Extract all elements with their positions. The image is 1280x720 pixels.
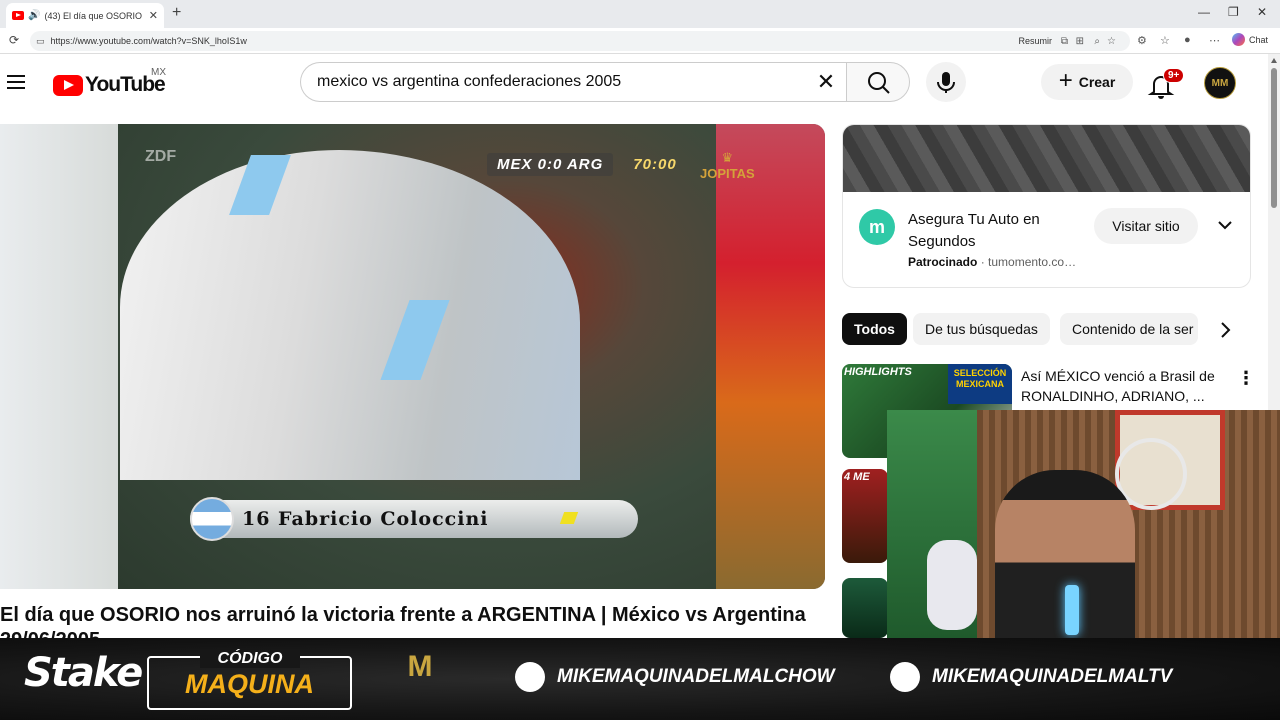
filter-chips: Todos De tus búsquedas Contenido de la s…	[842, 313, 1242, 345]
close-tab-icon[interactable]: ✕	[149, 9, 158, 22]
ad-logo[interactable]: m	[859, 209, 895, 245]
video-title: El día que OSORIO nos arruinó la victori…	[0, 604, 806, 626]
microphone-icon	[937, 72, 955, 93]
ad-title[interactable]: Asegura Tu Auto en Segundos	[908, 209, 1088, 253]
restore-icon[interactable]: ❐	[1228, 5, 1239, 19]
favorites-icon[interactable]: ☆	[1160, 34, 1170, 47]
youtube-play-icon	[53, 74, 83, 96]
tab-title: (43) El día que OSORIO nos ar	[44, 10, 144, 21]
score-text: MEX 0:0 ARG	[487, 152, 614, 176]
promo-code-label: CÓDIGO	[200, 650, 300, 668]
stake-logo: Stake	[24, 650, 143, 696]
clear-search-icon[interactable]: ✕	[806, 69, 846, 95]
argentina-flag-icon	[190, 497, 234, 541]
scroll-up-icon[interactable]	[1271, 58, 1277, 63]
browser-tab[interactable]: 🔊 (43) El día que OSORIO nos ar ✕	[6, 3, 164, 28]
visit-site-button[interactable]: Visitar sitio	[1094, 208, 1198, 244]
recommended-video-title[interactable]: Así MÉXICO venció a Brasil de RONALDINHO…	[1021, 366, 1221, 406]
instagram-icon	[515, 662, 545, 692]
crown-icon: ♛	[721, 150, 734, 165]
url-text: https://www.youtube.com/watch?v=SNK_lhoI…	[50, 36, 247, 46]
video-frame-right	[716, 124, 825, 589]
search-query-text: mexico vs argentina confederaciones 2005	[317, 73, 622, 90]
instagram-text: MIKEMAQUINADELMALCHOW	[557, 666, 835, 687]
thumbnail-tag: 4 ME	[844, 471, 870, 483]
extensions-icon[interactable]: ⚙	[1137, 34, 1147, 47]
promo-code-value: MAQUINA	[185, 669, 314, 699]
zoom-icon[interactable]: ⌕	[1094, 36, 1100, 47]
create-button[interactable]: + Crear	[1041, 64, 1133, 100]
player-nameplate: 16 Fabricio Coloccini	[190, 500, 638, 538]
nameplate-accent	[559, 512, 579, 524]
sponsored-ad-card[interactable]: m Asegura Tu Auto en Segundos Patrocinad…	[842, 124, 1251, 288]
favorite-star-icon[interactable]: ☆	[1107, 36, 1116, 47]
minimize-icon[interactable]: —	[1198, 5, 1210, 19]
chip-todos[interactable]: Todos	[842, 313, 907, 345]
thumbnail-tag: HIGHLIGHTS	[844, 366, 912, 378]
thumbnail-badge: SELECCIÓN MEXICANA	[948, 364, 1012, 404]
microphone	[1065, 585, 1079, 635]
plus-icon: +	[1058, 66, 1073, 94]
youtube-favicon-icon	[12, 11, 24, 20]
copilot-icon	[1232, 33, 1245, 46]
site-info-icon[interactable]: ▭	[36, 36, 45, 47]
video-thumbnail[interactable]	[842, 578, 888, 638]
tiktok-icon	[890, 662, 920, 692]
ad-banner-image[interactable]	[843, 125, 1250, 192]
url-field[interactable]: ▭ https://www.youtube.com/watch?v=SNK_lh…	[30, 31, 1130, 51]
reload-icon[interactable]: ⟳	[9, 33, 19, 47]
scrollbar-thumb[interactable]	[1271, 68, 1277, 208]
watermark-text: JOPITAS	[700, 166, 755, 181]
instagram-handle: MIKEMAQUINADELMALCHOW	[515, 662, 835, 692]
match-clock: 70:00	[633, 155, 677, 173]
chip-series-content[interactable]: Contenido de la ser	[1060, 313, 1198, 345]
address-bar-row: ⟳ ▭ https://www.youtube.com/watch?v=SNK_…	[0, 28, 1280, 54]
hamburger-menu-icon[interactable]	[7, 75, 25, 89]
promo-code-box: CÓDIGO MAQUINA	[147, 650, 352, 710]
player-name: 16 Fabricio Coloccini	[242, 508, 489, 530]
reader-icon[interactable]: ⊞	[1076, 36, 1084, 47]
sponsored-label: Patrocinado	[908, 255, 978, 269]
summarize-button[interactable]: Resumir	[1018, 36, 1052, 46]
profile-icon[interactable]: ●	[1184, 34, 1191, 46]
ad-sponsor-line: Patrocinado · tumomento.co…	[908, 255, 1077, 269]
channel-watermark: ♛ JOPITAS	[700, 150, 755, 181]
create-label: Crear	[1078, 74, 1116, 90]
more-options-icon[interactable]: ⋯	[1209, 34, 1220, 47]
speaker-icon[interactable]: 🔊	[28, 10, 40, 21]
chat-label: Chat	[1249, 34, 1269, 45]
account-avatar[interactable]: MM	[1204, 67, 1236, 99]
tiktok-text: MIKEMAQUINADELMALTV	[932, 666, 1173, 687]
streamer-webcam	[887, 410, 1280, 638]
close-window-icon[interactable]: ✕	[1257, 5, 1267, 19]
notification-badge: 9+	[1163, 68, 1185, 83]
more-actions-icon[interactable]: ⋮	[1237, 368, 1255, 389]
copilot-chat-button[interactable]: Chat	[1232, 33, 1268, 46]
search-button[interactable]	[846, 62, 910, 102]
translate-icon[interactable]: ⧉	[1061, 36, 1068, 47]
country-code: MX	[151, 67, 166, 78]
search-input[interactable]: mexico vs argentina confederaciones 2005…	[300, 62, 846, 102]
channel-logo: M	[407, 650, 433, 683]
streamer-arm	[927, 540, 977, 630]
youtube-header: YouTube MX mexico vs argentina confedera…	[0, 54, 1268, 112]
chevron-down-icon[interactable]	[1215, 215, 1235, 235]
search-icon	[868, 72, 890, 94]
video-frame-left	[0, 124, 118, 589]
ad-domain: tumomento.co…	[988, 255, 1077, 269]
browser-tab-bar: 🔊 (43) El día que OSORIO nos ar ✕ + — ❐ …	[0, 0, 1280, 28]
youtube-logo[interactable]: YouTube MX	[53, 67, 166, 97]
tiktok-handle: MIKEMAQUINADELMALTV	[890, 662, 1172, 692]
chip-from-searches[interactable]: De tus búsquedas	[913, 313, 1050, 345]
chevron-right-icon[interactable]	[1212, 316, 1240, 344]
broadcaster-logo: ZDF	[145, 148, 177, 165]
new-tab-icon[interactable]: +	[172, 4, 181, 22]
scoreboard: MEX 0:0 ARG 70:00	[487, 152, 683, 176]
video-thumbnail[interactable]: 4 ME	[842, 469, 888, 563]
voice-search-button[interactable]	[926, 62, 966, 102]
